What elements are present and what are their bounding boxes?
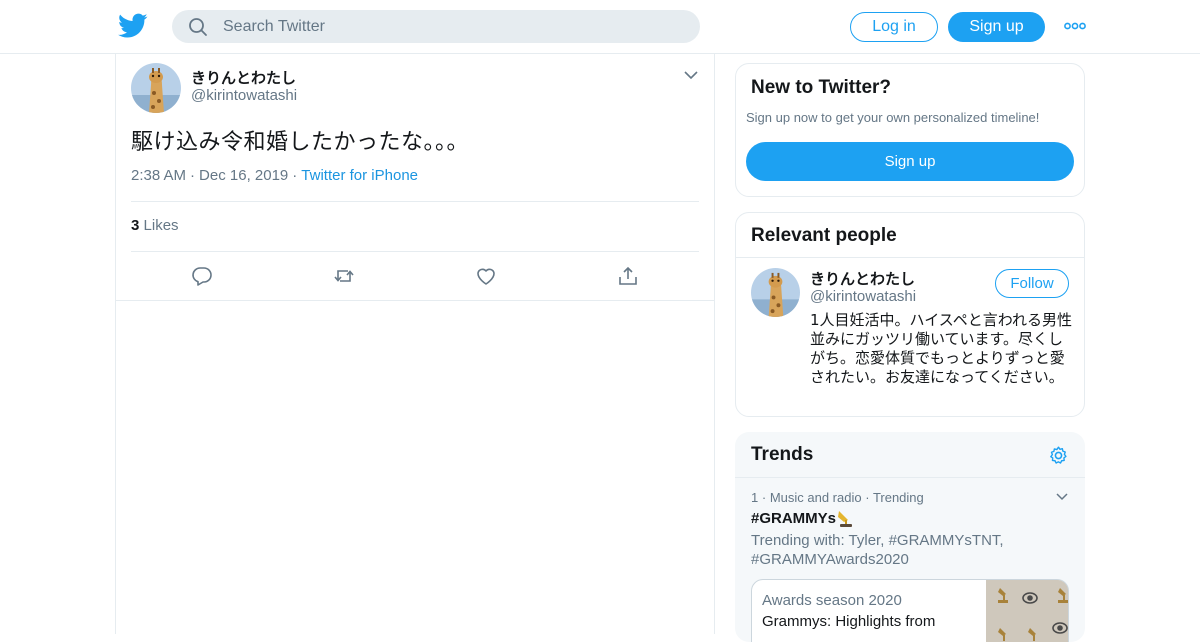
author-handle[interactable]: @kirintowatashi	[191, 87, 297, 104]
gramophone-icon	[838, 511, 852, 527]
search-input[interactable]	[223, 17, 663, 36]
tweet-text: 駆け込み令和婚したかったな。。。	[131, 130, 470, 155]
follow-button[interactable]: Follow	[995, 269, 1069, 298]
avatar[interactable]	[751, 268, 800, 317]
likes-count: 3	[131, 217, 140, 234]
giraffe-avatar-icon	[131, 63, 181, 113]
story-thumbnail-image	[986, 580, 1068, 642]
card-title: New to Twitter?	[751, 77, 892, 98]
author-name[interactable]: きりんとわたし	[191, 67, 296, 88]
trends-card: Trends 1 · Music and radio · Trending #G…	[735, 432, 1085, 642]
share-icon[interactable]	[617, 265, 639, 287]
story-category: Awards season 2020	[762, 592, 902, 609]
twitter-logo-icon[interactable]	[118, 12, 148, 40]
divider	[131, 251, 699, 252]
tweet-source-link[interactable]: Twitter for iPhone	[301, 167, 418, 184]
search-icon	[189, 17, 207, 36]
giraffe-avatar-icon	[751, 268, 800, 317]
user-name[interactable]: きりんとわたし	[810, 268, 915, 289]
retweet-icon[interactable]	[333, 265, 355, 287]
tweet-time[interactable]: 2:38 AM	[131, 167, 186, 184]
card-title: Trends	[751, 444, 814, 465]
user-handle[interactable]: @kirintowatashi	[810, 288, 916, 305]
trend-rank: 1	[751, 490, 759, 505]
relevant-people-card: Relevant people きりんとわたし @kirintowatashi …	[735, 212, 1085, 417]
like-icon[interactable]	[475, 265, 497, 287]
tweet-metadata: 2:38 AM · Dec 16, 2019 · Twitter for iPhone	[131, 167, 418, 184]
chevron-down-icon[interactable]	[1055, 492, 1069, 502]
signup-button[interactable]: Sign up	[948, 12, 1045, 42]
search-box[interactable]	[172, 10, 700, 43]
card-header: Relevant people	[736, 213, 1084, 258]
tweet-date[interactable]: Dec 16, 2019	[199, 167, 288, 184]
main-column: きりんとわたし @kirintowatashi 駆け込み令和婚したかったな。。。…	[115, 54, 715, 634]
trend-status: Trending	[872, 490, 924, 505]
divider	[131, 201, 699, 202]
login-button[interactable]: Log in	[850, 12, 938, 42]
gear-icon[interactable]	[1048, 445, 1069, 466]
trend-metadata: 1 · Music and radio · Trending	[751, 490, 924, 505]
likes-label: Likes	[143, 217, 179, 234]
tweet: きりんとわたし @kirintowatashi 駆け込み令和婚したかったな。。。…	[116, 54, 714, 301]
avatar[interactable]	[131, 63, 181, 113]
signup-button[interactable]: Sign up	[746, 142, 1074, 181]
user-bio: 1人目妊活中。ハイスペと言われる男性並みにガッツリ働いています。尽くしがち。恋愛…	[810, 311, 1072, 386]
likes-stat[interactable]: 3 Likes	[131, 217, 179, 234]
trend-category: Music and radio	[769, 490, 862, 505]
trend-related: Trending with: Tyler, #GRAMMYsTNT, #GRAM…	[751, 532, 1004, 568]
trend-story-card[interactable]: Awards season 2020 Grammys: Highlights f…	[751, 579, 1069, 642]
card-subtitle: Sign up now to get your own personalized…	[746, 110, 1040, 125]
top-bar: Log in Sign up	[0, 0, 1200, 54]
card-header: Trends	[735, 432, 1085, 478]
new-to-twitter-card: New to Twitter? Sign up now to get your …	[735, 63, 1085, 197]
reply-icon[interactable]	[191, 265, 213, 287]
chevron-down-icon[interactable]	[683, 69, 699, 81]
card-title: Relevant people	[751, 225, 897, 246]
more-options-icon[interactable]	[1064, 20, 1086, 32]
story-title: Grammys: Highlights from	[762, 613, 936, 630]
trend-hashtag[interactable]: #GRAMMYs	[751, 510, 836, 527]
